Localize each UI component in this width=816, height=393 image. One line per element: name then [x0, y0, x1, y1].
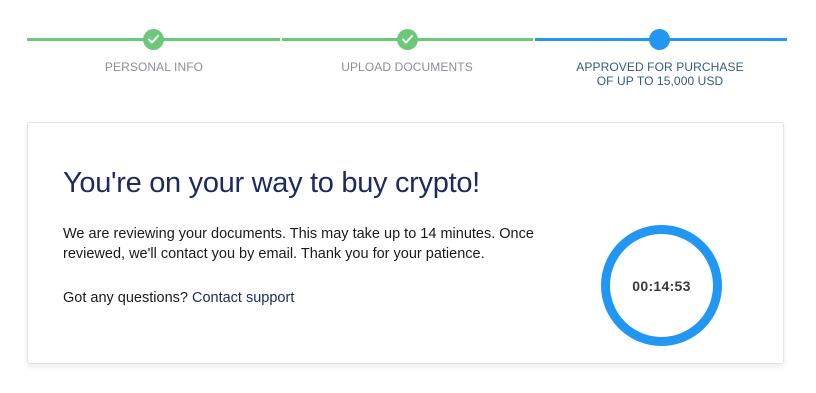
check-icon [148, 35, 159, 44]
step-label-approved-line2: OF UP TO 15,000 USD [596, 74, 724, 88]
step-label-approved: APPROVED FOR PURCHASE OF UP TO 15,000 US… [540, 60, 780, 88]
step-label-personal-info: PERSONAL INFO [104, 60, 204, 74]
step-marker-approved [649, 29, 670, 50]
step-marker-personal-info [143, 29, 164, 50]
support-prompt-text: Got any questions? [63, 290, 192, 306]
page-title: You're on your way to buy crypto! [63, 167, 480, 199]
contact-support-link[interactable]: Contact support [192, 290, 294, 306]
step-label-upload-documents: UPLOAD DOCUMENTS [341, 60, 473, 74]
progress-stepper: PERSONAL INFO UPLOAD DOCUMENTS APPROVED … [27, 28, 787, 98]
countdown-timer: 00:14:53 [601, 225, 722, 346]
step-label-approved-line1: APPROVED FOR PURCHASE [576, 60, 744, 74]
review-status-card: You're on your way to buy crypto! We are… [27, 122, 784, 364]
step-marker-upload-documents [397, 29, 418, 50]
review-message: We are reviewing your documents. This ma… [63, 226, 534, 262]
check-icon [402, 35, 413, 44]
countdown-timer-value: 00:14:53 [632, 277, 691, 294]
support-prompt: Got any questions? Contact support [63, 290, 294, 306]
